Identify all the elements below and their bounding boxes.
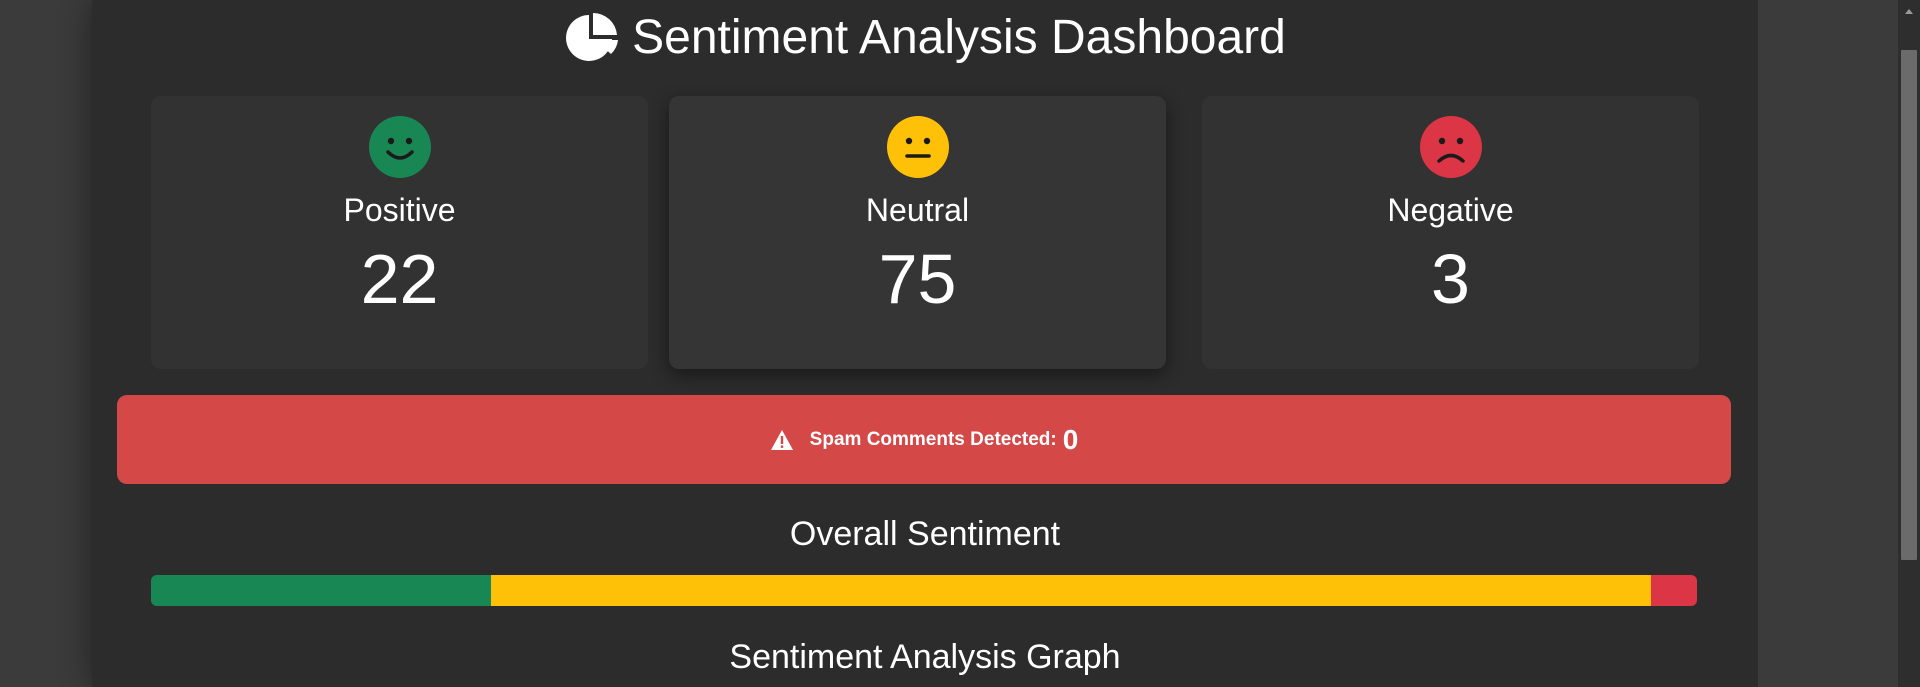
scrollbar-thumb[interactable] <box>1901 50 1917 560</box>
spam-label: Spam Comments Detected: <box>809 428 1057 450</box>
sentiment-segment-positive <box>151 575 492 606</box>
negative-card: Negative 3 <box>1202 96 1699 369</box>
frown-icon <box>1419 116 1482 178</box>
positive-card: Positive 22 <box>151 96 648 369</box>
page-background-left <box>0 0 92 687</box>
neutral-label: Neutral <box>865 192 970 228</box>
sentiment-segment-neutral <box>491 575 1651 606</box>
spam-count: 0 <box>1062 423 1079 455</box>
scroll-up-arrow-icon[interactable] <box>1898 0 1920 22</box>
graph-title: Sentiment Analysis Graph <box>729 638 1121 676</box>
warning-icon <box>770 429 794 451</box>
page-background-right <box>1758 0 1898 687</box>
positive-label: Positive <box>343 192 456 228</box>
overall-sentiment-title: Overall Sentiment <box>789 515 1061 553</box>
pie-chart-icon <box>564 10 620 66</box>
smile-icon <box>368 116 431 178</box>
sentiment-segment-negative <box>1650 575 1697 606</box>
negative-label: Negative <box>1387 192 1514 228</box>
page-title: Sentiment Analysis Dashboard <box>92 6 1758 70</box>
vertical-scrollbar[interactable] <box>1898 0 1920 687</box>
positive-count: 22 <box>360 240 439 318</box>
spam-alert: Spam Comments Detected: 0 <box>117 395 1731 484</box>
overall-sentiment-bar <box>151 575 1697 606</box>
neutral-card: Neutral 75 <box>669 96 1166 369</box>
title-text: Sentiment Analysis Dashboard <box>632 11 1286 64</box>
negative-count: 3 <box>1431 240 1470 318</box>
neutral-face-icon <box>886 116 949 178</box>
neutral-count: 75 <box>878 240 957 318</box>
